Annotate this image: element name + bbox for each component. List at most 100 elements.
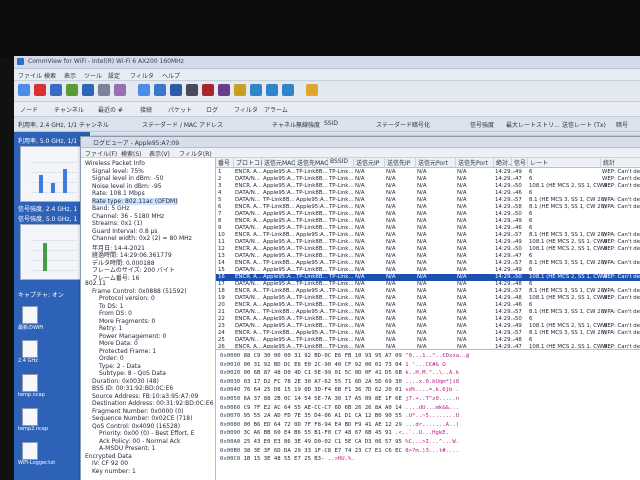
tree-node[interactable]: A-MSDU Present: 1 (99, 445, 155, 452)
table-row[interactable]: 11 DATA/N... Apple95:A... TP-Link8B... TP-Li… (216, 239, 640, 246)
menu-settings[interactable]: 設定 (108, 71, 120, 80)
tree-node[interactable]: Subtype: 8 - QoS Data (99, 370, 166, 377)
dialog-menu-filter[interactable]: フィルタ(R) (179, 149, 212, 158)
toolbar-alarm[interactable]: アラーム (264, 105, 288, 114)
tree-node[interactable]: Sequence Number: 0x02CE (718) (92, 415, 192, 422)
header-channel[interactable]: チャネル (272, 120, 296, 129)
col-number[interactable]: 番号 (216, 158, 234, 168)
tree-node[interactable]: Guard Interval: 0.8 μs (92, 228, 158, 235)
table-row[interactable]: 13 DATA/N... Apple95:A... TP-Link8B... TP-Li… (216, 253, 640, 260)
header-standard[interactable]: ステーダード (376, 120, 412, 129)
tree-node[interactable]: Noise level in dBm: -95 (92, 183, 162, 190)
col-abs-time[interactable]: 絶対... (494, 158, 514, 168)
header-signal[interactable]: 信号強度 (470, 120, 494, 129)
tree-node[interactable]: Wireless Packet Info (85, 160, 145, 167)
rule-icon[interactable] (250, 84, 262, 96)
file-icon[interactable] (22, 374, 38, 392)
tree-node[interactable]: Band: 5 GHz (92, 205, 129, 212)
col-dst-mac[interactable]: 送信先MAC (295, 158, 328, 168)
toolbar-log[interactable]: ログ (206, 105, 218, 114)
menu-help[interactable]: ヘルプ (162, 71, 180, 80)
tree-node[interactable]: BSS ID: 00:31:92:BD:0C:E6 (92, 385, 173, 392)
header-strength[interactable]: 無線強度 (296, 120, 320, 129)
tree-node[interactable]: More Fragments: 0 (99, 318, 155, 325)
log-icon[interactable] (138, 84, 150, 96)
tree-node[interactable]: Signal level: 75% (92, 168, 144, 175)
stop-capture-icon[interactable] (34, 84, 46, 96)
tree-node[interactable]: Signal level in dBm: -50 (92, 175, 163, 182)
header-streams[interactable]: ストリ... (536, 120, 560, 129)
table-row[interactable]: 20 ENCR. A... Apple95:A... TP-Link8B... TP-L… (216, 302, 640, 309)
col-src-port[interactable]: 送信元Port (416, 158, 456, 168)
rule-2-icon[interactable] (266, 84, 278, 96)
toolbar-channel[interactable]: チャンネル (54, 105, 84, 114)
tree-node[interactable]: IV: CF 92 00 (92, 460, 128, 467)
tree-node[interactable]: Streams: 0x1 (1) (92, 220, 142, 227)
table-row[interactable]: 15 DATA/N... Apple95:A... TP-Link8B... TP-Li… (216, 267, 640, 274)
menu-filter[interactable]: フィルタ (130, 71, 154, 80)
packet-icon[interactable] (202, 84, 214, 96)
settings-icon[interactable] (98, 84, 110, 96)
wep-key-icon[interactable] (306, 84, 318, 96)
chart-icon[interactable] (66, 84, 78, 96)
tree-node[interactable]: Order: 0 (99, 355, 124, 362)
file-icon[interactable] (22, 340, 38, 358)
col-src-ip[interactable]: 送信元IP (354, 158, 385, 168)
stats-icon[interactable] (50, 84, 62, 96)
toolbar-packets[interactable]: パケット (168, 105, 192, 114)
key-icon[interactable] (234, 84, 246, 96)
menu-search[interactable]: 検索 (44, 71, 56, 80)
tree-node[interactable]: Protocol version: 0 (99, 295, 155, 302)
tree-node[interactable]: Fragment Number: 0x0000 (0) (92, 408, 184, 415)
alarm-icon[interactable] (218, 84, 230, 96)
menu-view[interactable]: 表示 (64, 71, 76, 80)
tree-node[interactable]: Frame Control: 0x0888 (51592) (92, 288, 187, 295)
table-row[interactable]: 21 DATA/N... TP-Link8B... Apple95:A... TP-Li… (216, 309, 640, 316)
tree-node[interactable]: Retry: 1 (99, 325, 122, 332)
filter-icon[interactable] (154, 84, 166, 96)
tree-node[interactable]: Protected Frame: 1 (99, 348, 156, 355)
header-mac[interactable]: ステーダード / MAC アドレス (142, 120, 223, 129)
dialog-menu-search[interactable]: 検索(S) (121, 149, 142, 158)
col-bssid[interactable]: BSSID (328, 158, 354, 168)
table-row[interactable]: 14 ENCR. A... TP-Link8B... Apple95:A... TP-L… (216, 260, 640, 267)
table-row[interactable]: 17 DATA/N... Apple95:A... TP-Link8B... TP-Li… (216, 281, 640, 288)
file-icon[interactable] (22, 408, 38, 426)
tree-node[interactable]: Power Management: 0 (99, 333, 166, 340)
tree-node[interactable]: Encrypted Data (85, 453, 132, 460)
header-ssid[interactable]: SSID (324, 120, 338, 127)
tab-usage-24[interactable]: 利用率, 2.4 GHz, 1/1 チャンネル (18, 120, 109, 129)
toolbar-connect[interactable]: 接続 (140, 105, 152, 114)
tree-node[interactable]: Channel: 36 - 5180 MHz (92, 213, 164, 220)
table-row[interactable]: 2 DATA/N... Apple95:A... TP-Link8B... TP-Lin… (216, 176, 640, 183)
table-row[interactable]: 18 ENCR. A... TP-Link8B... Apple95:A... TP-L… (216, 288, 640, 295)
col-dst-ip[interactable]: 送信先IP (385, 158, 416, 168)
toolbar-nodes[interactable]: ノード (20, 105, 38, 114)
table-row[interactable]: 9 DATA/N... Apple95:A... TP-Link8B... TP-Lin… (216, 225, 640, 232)
header-cipher[interactable]: 暗号 (616, 120, 628, 129)
table-row[interactable]: 1 ENCR. A... Apple95:A... TP-Link8B... TP-Li… (216, 169, 640, 176)
col-stats[interactable]: 統計 (601, 158, 640, 168)
table-row[interactable]: 16 ENCR. A... Apple95:A... TP-Link8B... TP-L… (216, 274, 640, 281)
col-src-mac[interactable]: 送信元MAC (262, 158, 295, 168)
table-row[interactable]: 6 ENCR. A... TP-Link8B... Apple95:A... TP-Li… (216, 204, 640, 211)
tree-node[interactable]: Type: 2 - Data (99, 363, 141, 370)
table-row[interactable]: 24 ENCR. A... TP-Link8B... Apple95:A... TP-L… (216, 330, 640, 337)
tree-node[interactable]: Source Address: FB:10:a3:95:A7:09 (92, 393, 198, 400)
dialog-menu-file[interactable]: ファイル(F) (85, 149, 117, 158)
tree-node[interactable]: Channel width: 0x2 (2) = 80 MHz (92, 235, 192, 242)
tree-node[interactable]: From DS: 0 (99, 310, 132, 317)
toolbar-filter[interactable]: フィルタ (234, 105, 258, 114)
start-capture-icon[interactable] (18, 84, 30, 96)
protocol-icon[interactable] (114, 84, 126, 96)
col-rate[interactable]: レート (528, 158, 601, 168)
menu-file[interactable]: ファイル (18, 71, 42, 80)
tree-node[interactable]: Priority: 0x00 (0) - Best Effort, E (99, 430, 194, 437)
toolbar-recent[interactable]: 最近の # (98, 105, 123, 114)
table-row[interactable]: 8 ENCR. A... Apple95:A... TP-Link8B... TP-Li… (216, 218, 640, 225)
header-maxrate[interactable]: 最大レート (506, 120, 536, 129)
table-row[interactable]: 3 ENCR. A... Apple95:A... TP-Link8B... TP-Li… (216, 183, 640, 190)
dialog-menu-view[interactable]: 表示(V) (149, 149, 170, 158)
table-row[interactable]: 25 DATA/N... Apple95:A... TP-Link8B... TP-Li… (216, 337, 640, 344)
table-row[interactable]: 5 DATA/N... TP-Link8B... Apple95:A... TP-Lin… (216, 197, 640, 204)
